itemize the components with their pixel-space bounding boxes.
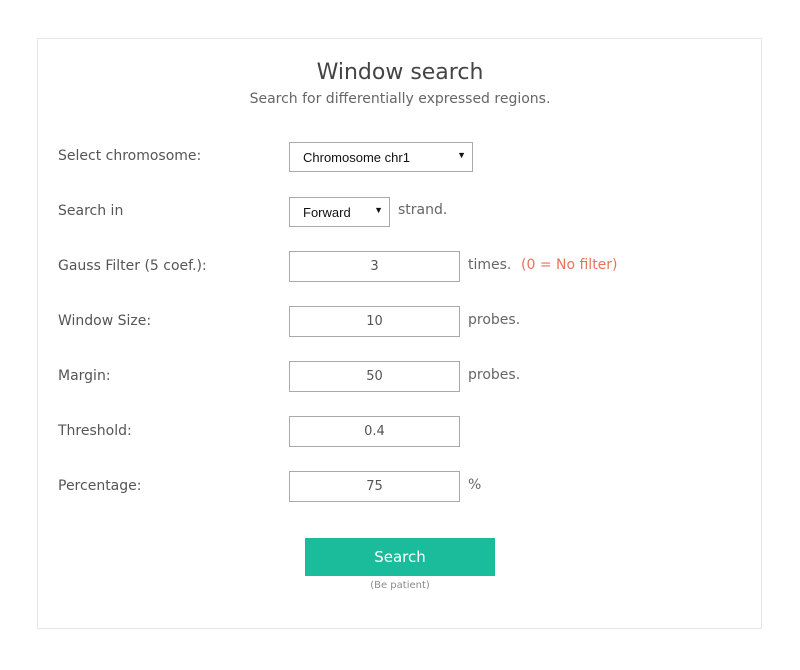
threshold-input[interactable]: 0.4 [289,416,460,447]
strand-select-value: Forward [303,204,351,220]
chromosome-select[interactable]: Chromosome chr1 ▼ [289,142,473,172]
strand-select[interactable]: Forward ▼ [289,197,390,227]
be-patient-hint: (Be patient) [370,580,430,591]
chromosome-select-value: Chromosome chr1 [303,149,410,165]
gauss-filter-note: (0 = No filter) [521,257,618,273]
percentage-input[interactable]: 75 [289,471,460,502]
threshold-label: Threshold: [58,423,132,439]
percentage-label: Percentage: [58,478,142,494]
gauss-filter-input[interactable]: 3 [289,251,460,282]
margin-input[interactable]: 50 [289,361,460,392]
page-title: Window search [316,60,484,85]
chevron-down-icon: ▼ [457,150,466,160]
percentage-suffix: % [468,477,482,493]
strand-label: Search in [58,203,124,219]
strand-suffix: strand. [398,202,448,218]
page-subtitle: Search for differentially expressed regi… [249,91,551,107]
search-button[interactable]: Search [305,538,495,576]
window-size-input[interactable]: 10 [289,306,460,337]
gauss-filter-label: Gauss Filter (5 coef.): [58,258,207,274]
margin-suffix: probes. [468,367,521,383]
window-size-suffix: probes. [468,312,521,328]
chevron-down-icon: ▼ [374,205,383,215]
gauss-filter-suffix: times. [468,257,512,273]
window-size-label: Window Size: [58,313,152,329]
margin-label: Margin: [58,368,111,384]
chromosome-label: Select chromosome: [58,148,202,164]
